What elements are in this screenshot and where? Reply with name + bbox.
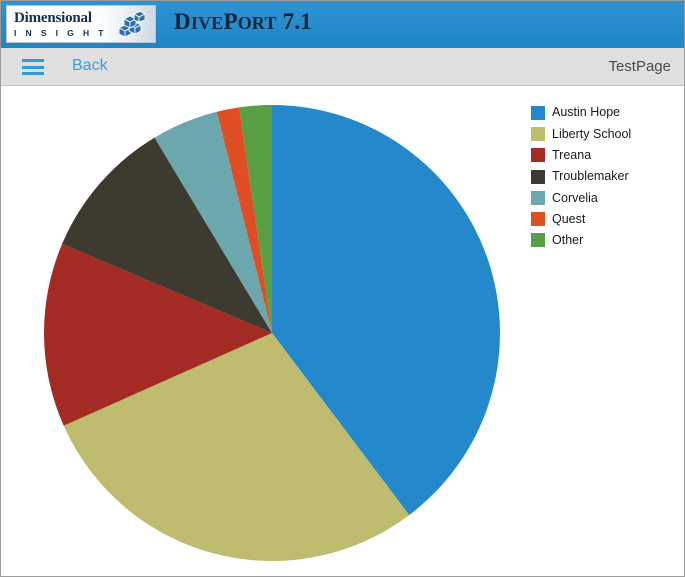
app-title: DIVEPORT 7.1 <box>174 9 312 35</box>
dimensional-insight-logo[interactable]: Dimensional I N S I G H T <box>6 5 156 43</box>
app-title-version: 7.1 <box>276 9 312 34</box>
hamburger-bar-1 <box>22 59 44 62</box>
brand-bar: Dimensional I N S I G H T DIVEPORT 7.1 <box>0 0 685 48</box>
chart-legend: Austin Hope Liberty School Treana Troubl… <box>531 102 681 251</box>
hamburger-bar-3 <box>22 72 44 75</box>
diveport-window: Dimensional I N S I G H T DIVEPORT 7.1 B… <box>0 0 685 577</box>
legend-label-austin-hope: Austin Hope <box>552 105 621 120</box>
legend-label-treana: Treana <box>552 147 592 162</box>
chart-panel: Austin Hope Liberty School Treana Troubl… <box>0 87 685 577</box>
hamburger-menu-icon[interactable] <box>22 59 44 75</box>
legend-swatch-troublemaker <box>531 169 545 184</box>
legend-swatch-liberty-school <box>531 126 545 141</box>
legend-item-austin-hope[interactable]: Austin Hope <box>531 102 681 123</box>
legend-swatch-austin-hope <box>531 105 545 120</box>
legend-label-other: Other <box>552 233 584 248</box>
app-title-d: D <box>174 9 191 34</box>
legend-item-liberty-school[interactable]: Liberty School <box>531 123 681 144</box>
legend-label-troublemaker: Troublemaker <box>552 169 629 184</box>
back-button[interactable]: Back <box>72 57 108 75</box>
logo-text-block: Dimensional I N S I G H T <box>7 9 107 38</box>
app-title-ort: ORT <box>237 13 277 33</box>
legend-swatch-quest <box>531 212 545 227</box>
logo-company-subtitle: I N S I G H T <box>14 27 107 38</box>
logo-company-name: Dimensional <box>14 9 92 26</box>
legend-item-quest[interactable]: Quest <box>531 208 681 229</box>
hamburger-bar-2 <box>22 65 44 69</box>
legend-swatch-corvelia <box>531 190 545 205</box>
legend-item-troublemaker[interactable]: Troublemaker <box>531 166 681 187</box>
stacked-cubes-icon <box>118 11 146 38</box>
page-title: TestPage <box>608 58 671 75</box>
pie-slice-group <box>43 105 500 562</box>
app-title-p: P <box>223 9 238 34</box>
toolbar: Back TestPage <box>0 48 685 86</box>
legend-item-corvelia[interactable]: Corvelia <box>531 187 681 208</box>
legend-item-treana[interactable]: Treana <box>531 145 681 166</box>
legend-label-quest: Quest <box>552 211 586 226</box>
legend-swatch-other <box>531 233 545 248</box>
legend-item-other[interactable]: Other <box>531 230 681 251</box>
app-title-ive: IVE <box>190 13 224 33</box>
legend-swatch-treana <box>531 148 545 163</box>
legend-label-liberty-school: Liberty School <box>552 126 632 141</box>
legend-label-corvelia: Corvelia <box>552 190 598 205</box>
